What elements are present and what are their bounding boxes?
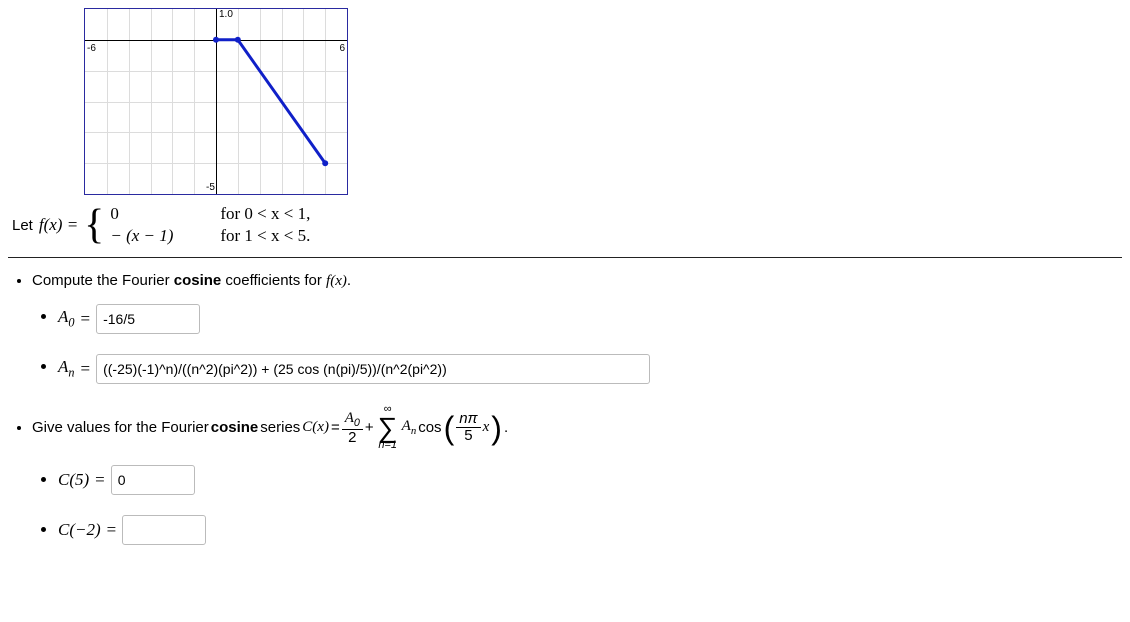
q2-text-b: cosine	[211, 419, 259, 436]
cminus2-input[interactable]	[122, 515, 206, 545]
function-definition: Let f(x) = { 0 for 0 < x < 1, − (x − 1) …	[12, 203, 1122, 247]
case2-condition: for 1 < x < 5.	[220, 226, 310, 246]
q2-text-c: series	[260, 419, 300, 436]
an-A: A	[58, 357, 68, 376]
case2-value: − (x − 1)	[110, 226, 190, 246]
cminus2-eq: =	[107, 520, 117, 540]
sigma-icon: ∞ ∑ n=1	[378, 404, 398, 451]
a0-sub: 0	[68, 316, 74, 330]
period: .	[504, 419, 508, 436]
q1-text-b: cosine	[174, 272, 222, 289]
case1-value: 0	[110, 204, 190, 224]
divider	[8, 257, 1122, 258]
x-var: x	[483, 419, 490, 436]
cx-label: C(x)	[302, 419, 329, 436]
fx-label: f(x) =	[39, 215, 78, 235]
q1-text-a: Compute the Fourier	[32, 272, 174, 289]
cminus2-label: C(−2)	[58, 520, 101, 540]
a0-over-2: A0 2	[342, 410, 363, 446]
q1-text-c: coefficients for	[221, 272, 326, 289]
function-graph: -6 6 1.0 -5	[84, 8, 348, 195]
c5-label: C(5)	[58, 470, 89, 490]
c5-eq: =	[95, 470, 105, 490]
an-input[interactable]	[96, 354, 650, 384]
cos-label: cos	[418, 419, 441, 436]
plot-line	[85, 9, 347, 194]
question-2: Give values for the Fourier cosine serie…	[32, 404, 1122, 545]
q2-text-a: Give values for the Fourier	[32, 419, 209, 436]
q1-fx: f(x)	[326, 273, 347, 289]
c5-input[interactable]	[111, 465, 195, 495]
case1-condition: for 0 < x < 1,	[220, 204, 310, 224]
a0-eq: =	[81, 309, 91, 329]
an-sub: n	[68, 366, 74, 380]
npi-over-5: nπ 5	[456, 411, 480, 444]
question-1: Compute the Fourier cosine coefficients …	[32, 272, 1122, 384]
a0-A: A	[58, 307, 68, 326]
cx-eq: =	[331, 419, 340, 436]
plus: +	[365, 419, 374, 436]
a0-input[interactable]	[96, 304, 200, 334]
an-eq: =	[81, 359, 91, 379]
let-label: Let	[12, 217, 33, 234]
